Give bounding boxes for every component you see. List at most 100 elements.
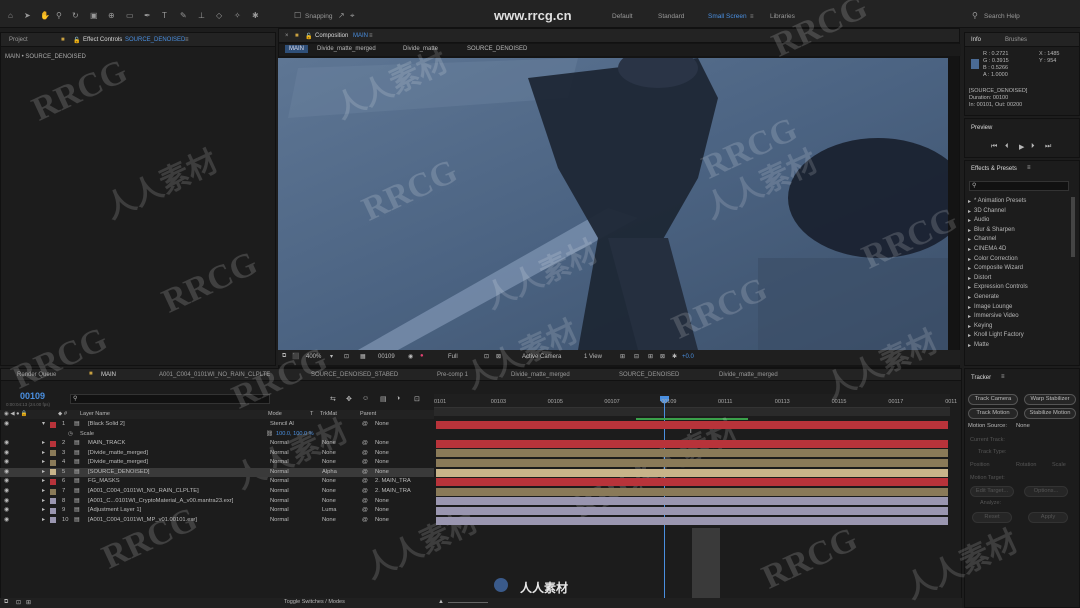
parent-select[interactable]: 2. MAIN_TRA bbox=[375, 488, 411, 494]
current-time-display[interactable]: 00109 bbox=[378, 354, 395, 360]
layer-row[interactable]: ◉ ▸ 5 ▤ [SOURCE_DENOISED] Normal Alpha @ None bbox=[0, 467, 434, 478]
parent-pickwhip-icon[interactable]: @ bbox=[362, 498, 368, 504]
effect-category-item[interactable]: Blur & Sharpen bbox=[974, 227, 1015, 233]
zoom-out-icon[interactable]: ▲ bbox=[438, 599, 444, 605]
reset-button[interactable]: Reset bbox=[972, 512, 1012, 523]
expand-arrow-icon[interactable]: ▸ bbox=[968, 265, 971, 272]
parent-select[interactable]: None bbox=[375, 421, 389, 427]
expand-twirl-icon[interactable]: ▸ bbox=[42, 517, 45, 523]
effect-category-item[interactable]: Channel bbox=[974, 236, 996, 242]
expand-arrow-icon[interactable]: ▸ bbox=[968, 256, 971, 263]
label-color-chip[interactable] bbox=[50, 440, 56, 447]
effect-category-item[interactable]: 3D Channel bbox=[974, 208, 1006, 214]
snap-icon[interactable]: ↗ bbox=[338, 12, 346, 20]
transparency-grid-icon[interactable]: ⊠ bbox=[496, 353, 501, 360]
stabilize-motion-button[interactable]: Stabilize Motion bbox=[1024, 408, 1076, 419]
effects-search-input[interactable]: ⚲ bbox=[969, 181, 1069, 191]
scale-checkbox[interactable]: Scale bbox=[1052, 462, 1066, 468]
parent-pickwhip-icon[interactable]: @ bbox=[362, 421, 368, 427]
pen-tool-icon[interactable]: ✒ bbox=[144, 12, 152, 20]
layer-row[interactable]: ◉ ▾ 1 ▤ [Black Solid 2] Stencil Al @ None bbox=[0, 420, 434, 430]
layer-duration-bar[interactable] bbox=[436, 487, 948, 496]
safe-zones-icon[interactable]: ⊡ bbox=[344, 353, 349, 360]
tab-divide-matte-merged[interactable]: Divide_matte_merged bbox=[511, 372, 570, 378]
track-matte-select[interactable]: None bbox=[322, 459, 336, 465]
layer-search-input[interactable]: ⚲ bbox=[70, 394, 270, 404]
label-color-chip[interactable] bbox=[50, 450, 56, 457]
color-channel-icon[interactable]: ● bbox=[420, 353, 424, 359]
expand-timing-icon[interactable]: ⊞ bbox=[26, 599, 31, 606]
scale-value[interactable]: 100.0, 100.0 % bbox=[276, 431, 314, 437]
blend-mode-select[interactable]: Normal bbox=[270, 498, 289, 504]
exposure-value[interactable]: +0.0 bbox=[682, 354, 694, 360]
visibility-icon[interactable]: ◉ bbox=[4, 450, 9, 456]
keyframe-marker-icon[interactable]: I bbox=[690, 429, 692, 435]
expand-arrow-icon[interactable]: ▸ bbox=[968, 217, 971, 224]
parent-select[interactable]: None bbox=[375, 469, 389, 475]
expand-twirl-icon[interactable]: ▸ bbox=[42, 450, 45, 456]
parent-pickwhip-icon[interactable]: @ bbox=[362, 507, 368, 513]
effect-category-item[interactable]: Image Lounge bbox=[974, 304, 1012, 310]
layer-name[interactable]: [Divide_matte_merged] bbox=[88, 450, 148, 456]
resolution-select[interactable]: Full bbox=[448, 354, 458, 360]
expand-arrow-icon[interactable]: ▸ bbox=[968, 246, 971, 253]
blend-mode-select[interactable]: Normal bbox=[270, 517, 289, 523]
expand-twirl-icon[interactable]: ▸ bbox=[42, 469, 45, 475]
expand-arrow-icon[interactable]: ▸ bbox=[968, 304, 971, 311]
blend-mode-select[interactable]: Normal bbox=[270, 440, 289, 446]
scrollbar[interactable] bbox=[1071, 197, 1075, 257]
track-matte-select[interactable]: None bbox=[322, 478, 336, 484]
effect-category-item[interactable]: CINEMA 4D bbox=[974, 246, 1006, 252]
layer-row[interactable]: ◉ ▸ 7 ▤ [A001_C004_0101WI_NO_RAIN_CLPLTE] Nor… bbox=[0, 487, 434, 497]
position-checkbox[interactable]: Position bbox=[970, 462, 990, 468]
zoom-slider[interactable] bbox=[448, 602, 488, 603]
layer-name[interactable]: MAIN_TRACK bbox=[88, 440, 125, 446]
time-ruler[interactable] bbox=[434, 394, 950, 408]
reset-exposure-icon[interactable]: ⊟ bbox=[634, 353, 639, 360]
breadcrumb-main[interactable]: MAIN bbox=[285, 45, 308, 53]
visibility-icon[interactable]: ◉ bbox=[4, 459, 9, 465]
graph-editor-icon[interactable]: ⊡ bbox=[414, 395, 420, 403]
rotation-checkbox[interactable]: Rotation bbox=[1016, 462, 1037, 468]
first-frame-icon[interactable]: ⏮ bbox=[991, 143, 997, 151]
puppet-tool-icon[interactable]: ✱ bbox=[252, 12, 260, 20]
parent-pickwhip-icon[interactable]: @ bbox=[362, 488, 368, 494]
parent-select[interactable]: 2. MAIN_TRA bbox=[375, 478, 411, 484]
layer-name[interactable]: [Adjustment Layer 1] bbox=[88, 507, 141, 513]
expand-arrow-icon[interactable]: ▸ bbox=[968, 275, 971, 282]
layer-name[interactable]: [SOURCE_DENOISED] bbox=[88, 469, 150, 475]
layer-duration-bar[interactable] bbox=[436, 507, 948, 515]
layer-row[interactable]: ◉ ▸ 2 ▤ MAIN_TRACK Normal None @ None bbox=[0, 439, 434, 449]
label-color-chip[interactable] bbox=[50, 421, 56, 428]
effect-category-item[interactable]: Knoll Light Factory bbox=[974, 332, 1024, 338]
layer-row[interactable]: ◉ ▸ 4 ▤ [Divide_matte_merged] Normal None @ None bbox=[0, 458, 434, 468]
layer-name[interactable]: FG_MASKS bbox=[88, 478, 120, 484]
tab-project[interactable]: Project bbox=[9, 37, 28, 43]
exposure-icon[interactable]: ✱ bbox=[672, 353, 677, 360]
tab-render-queue[interactable]: Render Queue bbox=[17, 372, 56, 378]
layer-row[interactable]: ◉ ▸ 10 ▤ [A001_C004_0101WI_MP_v01.00101.exr]… bbox=[0, 516, 434, 526]
label-color-chip[interactable] bbox=[50, 459, 56, 466]
layer-name[interactable]: [A001_C...0101WI_CryptoMaterial_A_v00.ma… bbox=[88, 498, 233, 504]
parent-pickwhip-icon[interactable]: @ bbox=[362, 440, 368, 446]
snapping-checkbox-icon[interactable]: ☐ bbox=[294, 12, 302, 20]
snap-feature-icon[interactable]: ⌖ bbox=[350, 12, 358, 20]
expand-arrow-icon[interactable]: ▸ bbox=[968, 294, 971, 301]
breadcrumb-divide-matte-merged[interactable]: Divide_matte_merged bbox=[317, 46, 376, 52]
toggle-switches-modes[interactable]: Toggle Switches / Modes bbox=[284, 599, 345, 605]
layer-row[interactable]: ◉ ▸ 9 ▤ [Adjustment Layer 1] Normal Luma @ None bbox=[0, 506, 434, 516]
visibility-icon[interactable]: ◉ bbox=[4, 469, 9, 475]
shy-icon[interactable]: ☺ bbox=[362, 395, 369, 402]
effect-category-item[interactable]: Matte bbox=[974, 342, 989, 348]
expand-twirl-icon[interactable]: ▸ bbox=[42, 478, 45, 484]
label-color-chip[interactable] bbox=[50, 469, 56, 476]
expand-modes-icon[interactable]: ⊡ bbox=[16, 599, 21, 606]
lock-icon[interactable]: ■ bbox=[61, 37, 65, 43]
expand-arrow-icon[interactable]: ▸ bbox=[968, 284, 971, 291]
rotate-tool-icon[interactable]: ↻ bbox=[72, 12, 80, 20]
parent-pickwhip-icon[interactable]: @ bbox=[362, 469, 368, 475]
track-matte-select[interactable]: None bbox=[322, 488, 336, 494]
label-color-chip[interactable] bbox=[50, 517, 56, 524]
workspace-libraries[interactable]: Libraries bbox=[770, 13, 795, 20]
expand-arrow-icon[interactable]: ▸ bbox=[968, 208, 971, 215]
